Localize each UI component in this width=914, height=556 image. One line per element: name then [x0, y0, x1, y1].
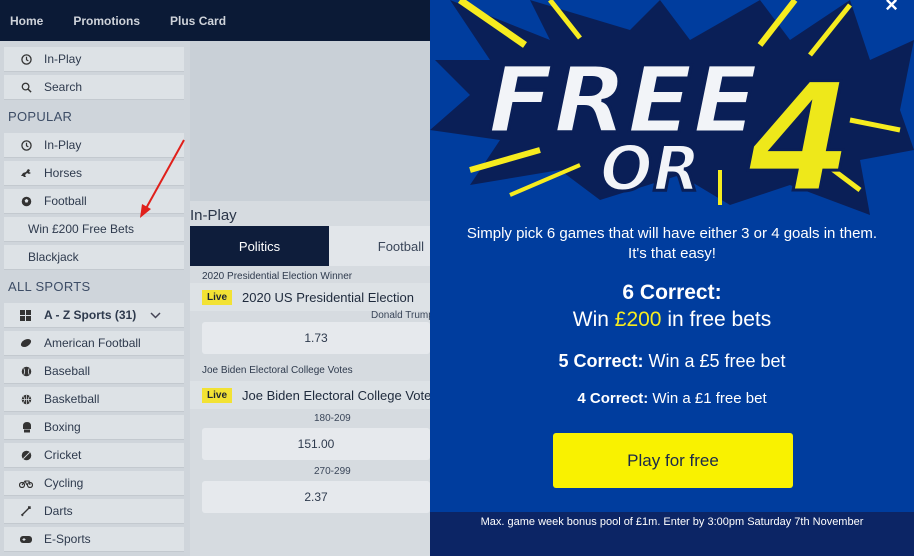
live-badge: Live	[202, 387, 233, 403]
close-icon[interactable]: ×	[885, 0, 898, 18]
all-sports-heading: ALL SPORTS	[8, 279, 91, 294]
sidebar-item-label: Darts	[44, 504, 73, 518]
four-correct-label: 4 Correct:	[577, 390, 649, 407]
sidebar-item-label: Baseball	[44, 364, 91, 378]
market-title: Joe Biden Electoral College Votes	[202, 365, 353, 376]
market-title: 2020 Presidential Election Winner	[202, 271, 353, 282]
odds-button[interactable]: 2.37	[202, 481, 430, 513]
event-name: 2020 US Presidential Election	[242, 289, 415, 305]
cricket-ball-icon	[18, 450, 34, 461]
sidebar: In-Play Search POPULAR In-Play Horses Fo…	[0, 41, 190, 556]
six-correct-title: 6 Correct:	[622, 281, 722, 304]
sidebar-item-label: Cricket	[44, 448, 82, 462]
selection-label: 270-299	[314, 466, 351, 477]
sidebar-item-label: In-Play	[44, 52, 82, 66]
tab-politics[interactable]: Politics	[190, 226, 329, 266]
promo-description: Simply pick 6 games that will have eithe…	[466, 225, 878, 262]
annotation-arrow	[140, 139, 185, 218]
selection-label: Donald Trump	[371, 310, 434, 321]
chevron-down-icon	[150, 308, 161, 322]
odds-button[interactable]: 1.73	[202, 322, 430, 354]
six-amount: £200	[614, 308, 662, 331]
selection-label: 180-209	[314, 413, 351, 424]
sidebar-item-esports[interactable]: E-Sports	[4, 527, 184, 552]
az-list-icon	[18, 309, 34, 321]
sidebar-item-basketball[interactable]: Basketball	[4, 387, 184, 412]
gamepad-icon	[18, 534, 34, 544]
five-correct-label: 5 Correct:	[558, 351, 644, 371]
sidebar-item-label: A - Z Sports (31)	[44, 308, 137, 322]
nav-home[interactable]: Home	[10, 14, 43, 28]
sidebar-item-label: In-Play	[44, 138, 82, 152]
five-correct-text: Win a £5 free bet	[643, 351, 786, 371]
event-name: Joe Biden Electoral College Votes	[242, 387, 430, 403]
sidebar-item-american-football[interactable]: American Football	[4, 331, 184, 356]
sidebar-item-label: Horses	[44, 166, 83, 180]
boxing-glove-icon	[18, 421, 34, 433]
odds-button[interactable]: 151.00	[202, 428, 430, 460]
live-badge: Live	[202, 289, 233, 305]
dartboard-icon	[18, 505, 34, 517]
bicycle-icon	[18, 478, 34, 488]
nav-plus-card[interactable]: Plus Card	[170, 14, 226, 28]
play-for-free-button[interactable]: Play for free	[553, 433, 793, 488]
search-icon	[18, 82, 34, 93]
popular-heading: POPULAR	[8, 109, 73, 124]
sidebar-item-label: Cycling	[44, 476, 84, 490]
sidebar-item-cricket[interactable]: Cricket	[4, 443, 184, 468]
event-row[interactable]: Live 2020 US Presidential Election	[190, 283, 430, 311]
nav-promotions[interactable]: Promotions	[73, 14, 140, 28]
promo-popup: 4 FREE OR × Simply pick 6 games that wil…	[430, 0, 914, 556]
sidebar-item-blackjack[interactable]: Blackjack	[4, 245, 184, 270]
sidebar-item-search[interactable]: Search	[4, 75, 184, 100]
free-or-4-logo: 4 FREE OR	[430, 0, 914, 215]
football-icon	[18, 196, 34, 207]
sidebar-item-free-bets-promo[interactable]: Win £200 Free Bets	[4, 217, 184, 242]
sidebar-item-label: Blackjack	[28, 250, 79, 264]
logo-or-text: OR	[600, 132, 700, 205]
sidebar-item-label: Football	[44, 194, 87, 208]
six-suffix: in free bets	[661, 308, 772, 331]
sidebar-item-az-sports[interactable]: A - Z Sports (31)	[4, 303, 184, 328]
clock-icon	[18, 53, 34, 65]
sidebar-item-inplay[interactable]: In-Play	[4, 47, 184, 72]
sidebar-item-label: Basketball	[44, 392, 100, 406]
inplay-title: In-Play	[190, 207, 237, 224]
five-correct-prize: 5 Correct: Win a £5 free bet	[430, 351, 914, 372]
banner-placeholder	[190, 41, 430, 201]
sidebar-item-cycling[interactable]: Cycling	[4, 471, 184, 496]
basketball-icon	[18, 394, 34, 405]
sidebar-item-darts[interactable]: Darts	[4, 499, 184, 524]
sidebar-item-label: Boxing	[44, 420, 81, 434]
horse-icon	[18, 168, 34, 178]
baseball-icon	[18, 366, 34, 377]
sidebar-item-label: Win £200 Free Bets	[28, 222, 135, 236]
sidebar-item-label: American Football	[44, 336, 141, 350]
logo-number: 4	[747, 52, 852, 215]
american-football-icon	[18, 338, 34, 348]
sidebar-item-label: Search	[44, 80, 83, 94]
tab-football[interactable]: Football	[329, 226, 430, 266]
sidebar-item-boxing[interactable]: Boxing	[4, 415, 184, 440]
six-correct-prize: Win £200 in free bets	[430, 308, 914, 332]
popup-terms: Max. game week bonus pool of £1m. Enter …	[480, 516, 864, 528]
four-correct-prize: 4 Correct: Win a £1 free bet	[430, 390, 914, 407]
clock-icon	[18, 139, 34, 151]
sidebar-item-baseball[interactable]: Baseball	[4, 359, 184, 384]
event-row[interactable]: Live Joe Biden Electoral College Votes	[190, 381, 430, 409]
four-correct-text: Win a £1 free bet	[648, 390, 767, 407]
sidebar-item-label: E-Sports	[44, 532, 91, 546]
six-prefix: Win	[572, 308, 615, 331]
